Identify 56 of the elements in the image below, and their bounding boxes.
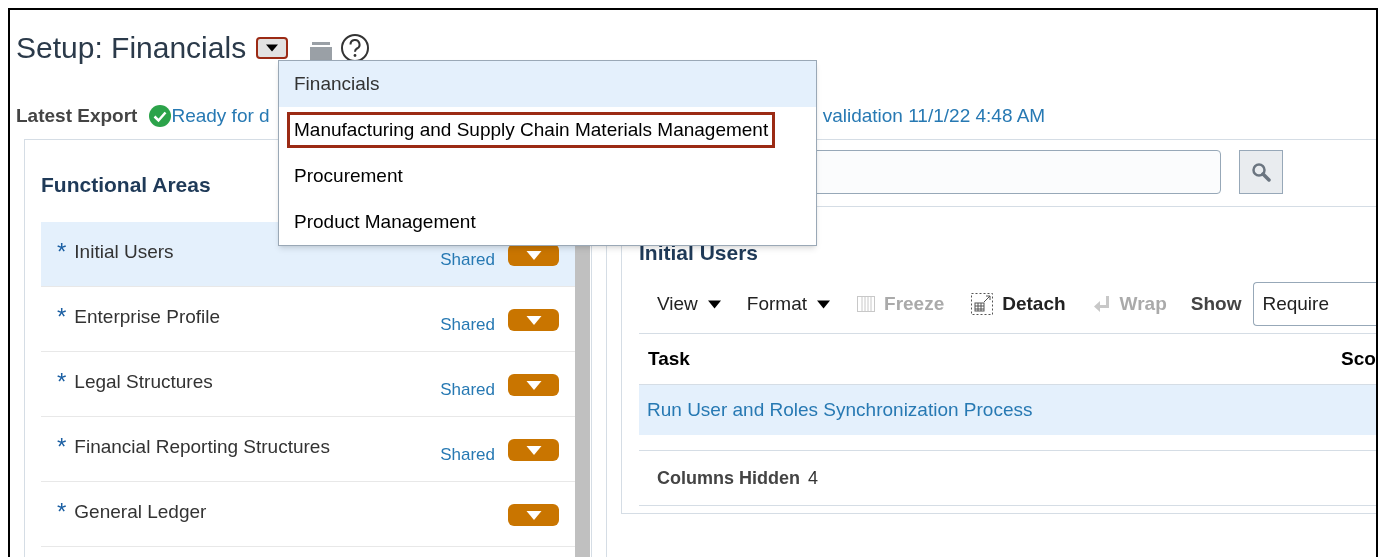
export-status-link[interactable]: Ready for d (171, 101, 270, 131)
menu-item[interactable]: Product Management (279, 199, 816, 245)
columns-hidden-label: Columns Hidden (657, 466, 800, 490)
required-mark: * (57, 370, 67, 394)
required-mark: * (57, 240, 67, 264)
caret-icon (266, 44, 279, 52)
required-mark: * (57, 500, 67, 524)
panel-title: Functional Areas (41, 173, 211, 196)
status-dropdown-button[interactable] (508, 244, 559, 266)
task-row[interactable]: Run User and Roles Synchronization Process (639, 385, 1376, 435)
menu-item[interactable]: Procurement (279, 153, 816, 199)
status-dropdown-button[interactable] (508, 309, 559, 331)
caret-icon (525, 315, 542, 325)
caret-icon (525, 510, 542, 520)
area-label: Enterprise Profile (74, 305, 221, 329)
tray-icon[interactable] (310, 42, 333, 60)
export-label: Latest Export (16, 103, 138, 128)
caret-icon (525, 380, 542, 390)
required-mark: * (57, 305, 67, 329)
show-label: Show (1190, 291, 1242, 316)
shared-label: Shared (440, 379, 495, 401)
caret-icon (817, 299, 831, 309)
menu-item[interactable]: Manufacturing and Supply Chain Materials Management (279, 107, 816, 153)
status-dropdown-button[interactable] (508, 504, 559, 526)
search-icon (1251, 162, 1271, 182)
toolbar-button[interactable]: Detach (970, 289, 1066, 319)
caret-icon (525, 250, 542, 260)
caret-icon (707, 299, 721, 309)
check-icon (149, 105, 172, 127)
status-dropdown-button[interactable] (508, 374, 559, 396)
required-mark: * (57, 435, 67, 459)
help-icon[interactable] (340, 33, 371, 63)
column-header: Sco (1341, 346, 1376, 371)
area-label: General Ledger (74, 500, 207, 524)
show-select[interactable]: Require (1253, 282, 1376, 326)
detach-icon (970, 292, 995, 316)
menu-button[interactable]: View (657, 289, 721, 319)
columns-hidden-count: 4 (808, 466, 818, 490)
area-label: Legal Structures (74, 370, 213, 394)
title-dropdown-button[interactable] (256, 37, 289, 59)
columns-icon (856, 294, 877, 314)
status-dropdown-button[interactable] (508, 439, 559, 461)
page-title: Setup: Financials (16, 33, 247, 63)
shared-label: Shared (440, 314, 495, 336)
area-label: Financial Reporting Structures (74, 435, 330, 459)
shared-label: Shared (440, 444, 495, 466)
menu-button[interactable]: Format (746, 289, 831, 319)
caret-icon (525, 445, 542, 455)
export-status-link[interactable]: validation 11/1/22 4:48 AM (822, 101, 1046, 131)
task-link[interactable]: Run User and Roles Synchronization Process (647, 395, 1033, 425)
column-header: Task (647, 346, 691, 371)
search-button[interactable] (1239, 150, 1283, 194)
menu-item[interactable]: Financials (279, 61, 816, 107)
return-arrow-icon (1091, 294, 1112, 314)
area-label: Initial Users (74, 240, 174, 264)
shared-label: Shared (440, 249, 495, 271)
